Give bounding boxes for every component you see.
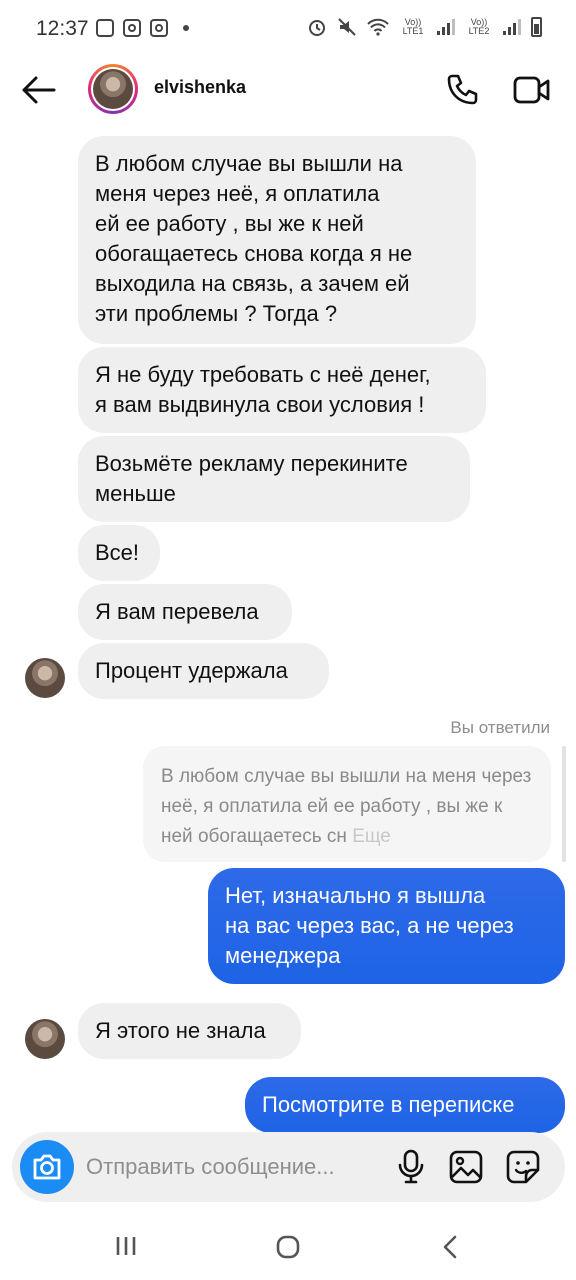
sim2-label: Vo)) LTE2 (468, 17, 490, 36)
signal-2-icon (503, 19, 521, 35)
message-bubble-outgoing[interactable]: Посмотрите в переписке (245, 1077, 565, 1133)
back-chevron-icon (443, 1235, 457, 1259)
microphone-icon (398, 1149, 424, 1184)
message-input[interactable] (86, 1150, 376, 1184)
message-bubble-incoming[interactable]: Я не буду требовать с неё денег, я вам в… (78, 347, 486, 433)
recent-apps-button[interactable] (114, 1234, 138, 1263)
sticker-button[interactable] (506, 1150, 540, 1184)
profile-avatar[interactable] (88, 64, 138, 114)
home-icon (276, 1235, 300, 1259)
sim1-label: Vo)) LTE1 (402, 17, 424, 36)
message-bubble-incoming[interactable]: Процент удержала (78, 643, 329, 699)
sender-avatar[interactable] (25, 658, 65, 698)
message-bubble-outgoing[interactable]: Нет, изначально я вышла на вас через вас… (208, 868, 565, 984)
voice-call-button[interactable] (444, 72, 480, 108)
phone-icon (447, 74, 478, 105)
gallery-notification-icon (96, 19, 114, 37)
message-bubble-incoming[interactable]: В любом случае вы вышли на меня через не… (78, 136, 476, 344)
back-arrow-icon (22, 76, 56, 104)
message-bubble-incoming[interactable]: Я этого не знала (78, 1003, 301, 1059)
voice-message-button[interactable] (396, 1149, 426, 1185)
mute-icon (338, 18, 356, 36)
camera-button[interactable] (20, 1140, 74, 1194)
more-notifications-dot-icon (183, 25, 189, 31)
replied-label: Вы ответили (450, 718, 550, 737)
system-icons: Vo)) LTE1 Vo)) LTE2 (307, 17, 542, 37)
back-nav-button[interactable] (440, 1234, 460, 1265)
home-button[interactable] (275, 1234, 301, 1265)
sender-avatar[interactable] (25, 1019, 65, 1059)
reply-quote[interactable]: В любом случае вы вышли на меня через не… (143, 746, 551, 862)
signal-1-icon (437, 19, 455, 35)
message-bubble-incoming[interactable]: Возьмёте рекламу перекините меньше (78, 436, 470, 522)
battery-icon (531, 17, 542, 37)
alarm-icon (309, 20, 325, 36)
sticker-icon (506, 1150, 540, 1184)
message-bubble-incoming[interactable]: Я вам перевела (78, 584, 292, 640)
notification-icons (96, 19, 189, 37)
camera-icon (33, 1154, 61, 1180)
reply-indicator-bar (562, 746, 566, 862)
avatar-image (93, 69, 133, 109)
status-time: 12:37 (36, 17, 89, 40)
video-camera-icon (513, 76, 550, 104)
gallery-button[interactable] (449, 1150, 483, 1184)
video-call-button[interactable] (512, 72, 552, 108)
chat-header: elvishenka (0, 58, 576, 124)
chat-username[interactable]: elvishenka (154, 77, 246, 98)
reply-more-link[interactable]: Еще (352, 826, 391, 847)
reply-quote-text: В любом случае вы вышли на меня через не… (161, 766, 532, 847)
wifi-icon (367, 18, 389, 36)
message-bubble-incoming[interactable]: Все! (78, 525, 160, 581)
message-composer (12, 1132, 565, 1202)
back-button[interactable] (20, 74, 56, 106)
instagram-notification-icon-2 (150, 19, 168, 37)
system-nav-bar (0, 1212, 576, 1280)
status-bar: 12:37 Vo)) LTE1 Vo)) LTE2 (0, 0, 576, 58)
gallery-icon (449, 1150, 483, 1184)
instagram-notification-icon (123, 19, 141, 37)
recent-apps-icon (116, 1237, 136, 1255)
